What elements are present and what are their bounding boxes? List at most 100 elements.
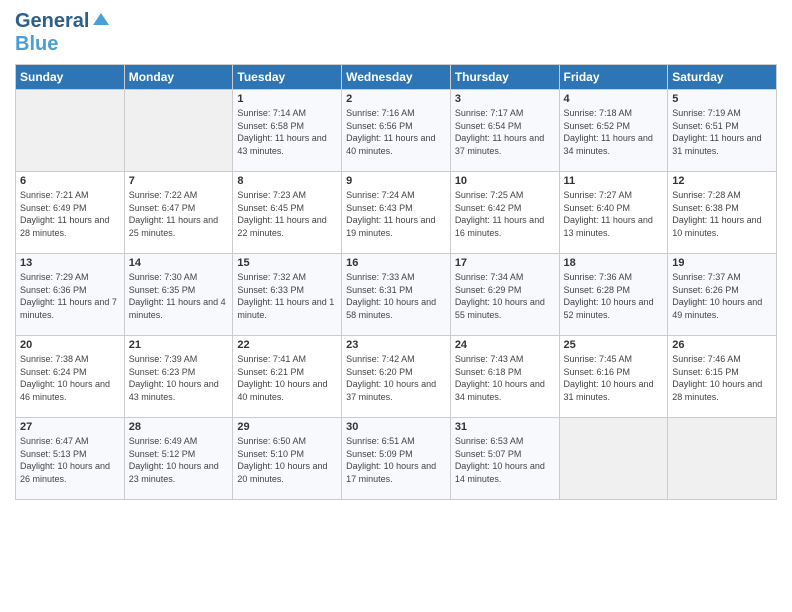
days-row: SundayMondayTuesdayWednesdayThursdayFrid… <box>16 65 777 90</box>
day-header-thursday: Thursday <box>450 65 559 90</box>
calendar-header: SundayMondayTuesdayWednesdayThursdayFrid… <box>16 65 777 90</box>
calendar-cell: 6 Sunrise: 7:21 AM Sunset: 6:49 PM Daylig… <box>16 172 125 254</box>
day-number: 1 <box>237 93 337 105</box>
calendar-cell <box>124 90 233 172</box>
day-detail: Sunrise: 7:43 AM Sunset: 6:18 PM Dayligh… <box>455 353 555 403</box>
calendar-cell: 9Sunrise: 7:24 AM Sunset: 6:43 PM Daylig… <box>342 172 451 254</box>
day-detail: Sunrise: 7:14 AM Sunset: 6:58 PM Dayligh… <box>237 107 337 157</box>
day-detail: Sunrise: 7:30 AM Sunset: 6:35 PM Dayligh… <box>129 271 229 321</box>
day-detail: Sunrise: 7:42 AM Sunset: 6:20 PM Dayligh… <box>346 353 446 403</box>
calendar-cell: 25Sunrise: 7:45 AM Sunset: 6:16 PM Dayli… <box>559 336 668 418</box>
day-detail: Sunrise: 7:38 AM Sunset: 6:24 PM Dayligh… <box>20 353 120 403</box>
day-number: 22 <box>237 339 337 351</box>
calendar-cell: 4 Sunrise: 7:18 AM Sunset: 6:52 PM Daylig… <box>559 90 668 172</box>
week-row-2: 6 Sunrise: 7:21 AM Sunset: 6:49 PM Daylig… <box>16 172 777 254</box>
week-row-3: 13 Sunrise: 7:29 AM Sunset: 6:36 PM Dayli… <box>16 254 777 336</box>
day-number: 12 <box>672 175 772 187</box>
day-header-wednesday: Wednesday <box>342 65 451 90</box>
calendar-cell: 12 Sunrise: 7:28 AM Sunset: 6:38 PM Dayli… <box>668 172 777 254</box>
day-detail: Sunrise: 6:53 AM Sunset: 5:07 PM Dayligh… <box>455 435 555 485</box>
day-header-friday: Friday <box>559 65 668 90</box>
day-number: 19 <box>672 257 772 269</box>
calendar-cell <box>668 418 777 500</box>
calendar-cell: 8Sunrise: 7:23 AM Sunset: 6:45 PM Daylig… <box>233 172 342 254</box>
day-number: 26 <box>672 339 772 351</box>
calendar-cell: 15 Sunrise: 7:32 AM Sunset: 6:33 PM Dayli… <box>233 254 342 336</box>
day-number: 23 <box>346 339 446 351</box>
day-number: 4 <box>564 93 664 105</box>
day-detail: Sunrise: 7:28 AM Sunset: 6:38 PM Dayligh… <box>672 189 772 239</box>
calendar-cell: 14Sunrise: 7:30 AM Sunset: 6:35 PM Dayli… <box>124 254 233 336</box>
day-detail: Sunrise: 7:33 AM Sunset: 6:31 PM Dayligh… <box>346 271 446 321</box>
day-detail: Sunrise: 6:47 AM Sunset: 5:13 PM Dayligh… <box>20 435 120 485</box>
calendar-cell: 29Sunrise: 6:50 AM Sunset: 5:10 PM Dayli… <box>233 418 342 500</box>
calendar-cell <box>16 90 125 172</box>
calendar-cell: 10Sunrise: 7:25 AM Sunset: 6:42 PM Dayli… <box>450 172 559 254</box>
calendar-body: 1 Sunrise: 7:14 AM Sunset: 6:58 PM Daylig… <box>16 90 777 500</box>
header: General Blue <box>15 10 777 56</box>
calendar-cell: 17 Sunrise: 7:34 AM Sunset: 6:29 PM Dayli… <box>450 254 559 336</box>
day-number: 30 <box>346 421 446 433</box>
calendar-cell: 13 Sunrise: 7:29 AM Sunset: 6:36 PM Dayli… <box>16 254 125 336</box>
calendar-table: SundayMondayTuesdayWednesdayThursdayFrid… <box>15 64 777 500</box>
calendar-cell: 16 Sunrise: 7:33 AM Sunset: 6:31 PM Dayli… <box>342 254 451 336</box>
calendar-cell: 23 Sunrise: 7:42 AM Sunset: 6:20 PM Dayli… <box>342 336 451 418</box>
calendar-cell <box>559 418 668 500</box>
calendar-cell: 7 Sunrise: 7:22 AM Sunset: 6:47 PM Daylig… <box>124 172 233 254</box>
logo: General Blue <box>15 10 109 56</box>
day-detail: Sunrise: 7:18 AM Sunset: 6:52 PM Dayligh… <box>564 107 664 157</box>
calendar-cell: 31Sunrise: 6:53 AM Sunset: 5:07 PM Dayli… <box>450 418 559 500</box>
day-header-sunday: Sunday <box>16 65 125 90</box>
calendar-cell: 20 Sunrise: 7:38 AM Sunset: 6:24 PM Dayli… <box>16 336 125 418</box>
day-number: 3 <box>455 93 555 105</box>
day-number: 21 <box>129 339 229 351</box>
calendar-cell: 22 Sunrise: 7:41 AM Sunset: 6:21 PM Dayli… <box>233 336 342 418</box>
day-detail: Sunrise: 7:32 AM Sunset: 6:33 PM Dayligh… <box>237 271 337 321</box>
week-row-1: 1 Sunrise: 7:14 AM Sunset: 6:58 PM Daylig… <box>16 90 777 172</box>
calendar-cell: 28 Sunrise: 6:49 AM Sunset: 5:12 PM Dayli… <box>124 418 233 500</box>
day-header-tuesday: Tuesday <box>233 65 342 90</box>
calendar-cell: 5 Sunrise: 7:19 AM Sunset: 6:51 PM Daylig… <box>668 90 777 172</box>
day-number: 8 <box>237 175 337 187</box>
day-number: 28 <box>129 421 229 433</box>
day-header-saturday: Saturday <box>668 65 777 90</box>
calendar-cell: 11 Sunrise: 7:27 AM Sunset: 6:40 PM Dayli… <box>559 172 668 254</box>
day-number: 13 <box>20 257 120 269</box>
day-number: 24 <box>455 339 555 351</box>
logo-text-general: General <box>15 10 89 33</box>
logo-text-blue: Blue <box>15 33 58 55</box>
day-detail: Sunrise: 7:34 AM Sunset: 6:29 PM Dayligh… <box>455 271 555 321</box>
day-detail: Sunrise: 6:49 AM Sunset: 5:12 PM Dayligh… <box>129 435 229 485</box>
day-detail: Sunrise: 7:27 AM Sunset: 6:40 PM Dayligh… <box>564 189 664 239</box>
day-detail: Sunrise: 7:29 AM Sunset: 6:36 PM Dayligh… <box>20 271 120 321</box>
day-number: 20 <box>20 339 120 351</box>
day-detail: Sunrise: 7:41 AM Sunset: 6:21 PM Dayligh… <box>237 353 337 403</box>
day-number: 7 <box>129 175 229 187</box>
day-number: 15 <box>237 257 337 269</box>
calendar-cell: 21 Sunrise: 7:39 AM Sunset: 6:23 PM Dayli… <box>124 336 233 418</box>
calendar-cell: 2Sunrise: 7:16 AM Sunset: 6:56 PM Daylig… <box>342 90 451 172</box>
day-detail: Sunrise: 7:25 AM Sunset: 6:42 PM Dayligh… <box>455 189 555 239</box>
day-number: 18 <box>564 257 664 269</box>
day-number: 16 <box>346 257 446 269</box>
day-detail: Sunrise: 7:22 AM Sunset: 6:47 PM Dayligh… <box>129 189 229 239</box>
day-detail: Sunrise: 7:19 AM Sunset: 6:51 PM Dayligh… <box>672 107 772 157</box>
calendar-page: General Blue SundayMondayTuesdayWednesda… <box>0 0 792 612</box>
calendar-cell: 26 Sunrise: 7:46 AM Sunset: 6:15 PM Dayli… <box>668 336 777 418</box>
day-number: 9 <box>346 175 446 187</box>
calendar-cell: 18Sunrise: 7:36 AM Sunset: 6:28 PM Dayli… <box>559 254 668 336</box>
day-detail: Sunrise: 7:46 AM Sunset: 6:15 PM Dayligh… <box>672 353 772 403</box>
day-detail: Sunrise: 6:50 AM Sunset: 5:10 PM Dayligh… <box>237 435 337 485</box>
day-number: 17 <box>455 257 555 269</box>
logo-triangle-icon <box>93 11 109 32</box>
day-number: 6 <box>20 175 120 187</box>
day-detail: Sunrise: 7:21 AM Sunset: 6:49 PM Dayligh… <box>20 189 120 239</box>
calendar-cell: 1 Sunrise: 7:14 AM Sunset: 6:58 PM Daylig… <box>233 90 342 172</box>
calendar-cell: 27Sunrise: 6:47 AM Sunset: 5:13 PM Dayli… <box>16 418 125 500</box>
calendar-cell: 3 Sunrise: 7:17 AM Sunset: 6:54 PM Daylig… <box>450 90 559 172</box>
day-number: 5 <box>672 93 772 105</box>
day-detail: Sunrise: 6:51 AM Sunset: 5:09 PM Dayligh… <box>346 435 446 485</box>
day-detail: Sunrise: 7:17 AM Sunset: 6:54 PM Dayligh… <box>455 107 555 157</box>
day-number: 11 <box>564 175 664 187</box>
day-detail: Sunrise: 7:39 AM Sunset: 6:23 PM Dayligh… <box>129 353 229 403</box>
